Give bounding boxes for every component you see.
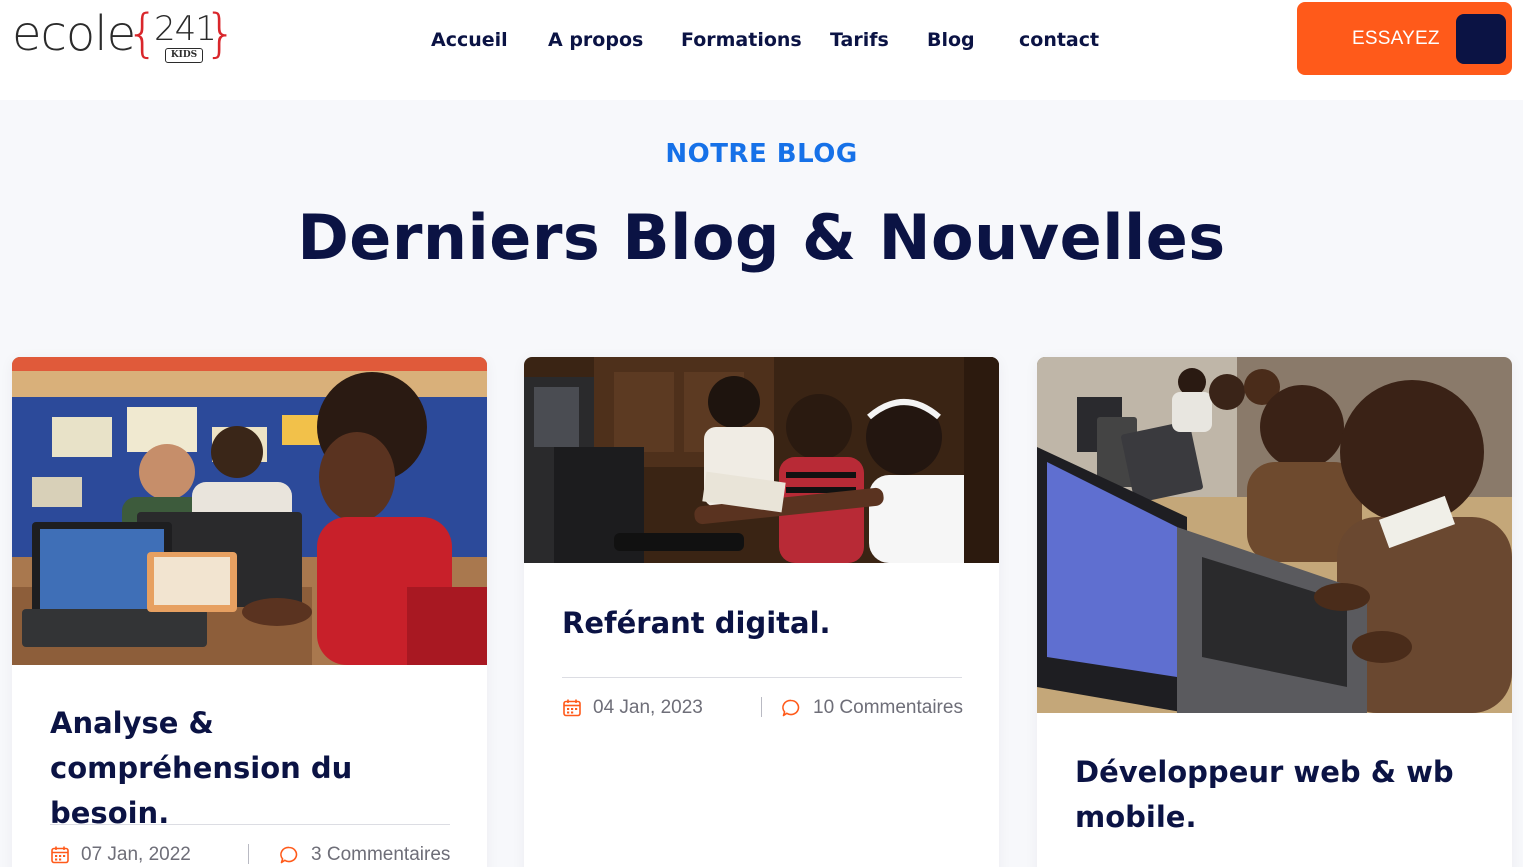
comment-icon bbox=[782, 699, 800, 717]
nav-tarifs[interactable]: Tarifs bbox=[830, 26, 889, 54]
comment-icon bbox=[280, 846, 298, 864]
post-image-1-illustration bbox=[12, 357, 487, 665]
post-comments-1[interactable]: 3 Commentaires bbox=[311, 842, 450, 867]
blog-card-2[interactable]: Reférant digital. 04 Jan, 2023 10 Commen… bbox=[524, 357, 999, 867]
blog-card-3[interactable]: Développeur web & wb mobile. bbox=[1037, 357, 1512, 867]
site-header: ecole { 241 } KIDS Accueil A propos Form… bbox=[0, 0, 1523, 100]
post-comments-2[interactable]: 10 Commentaires bbox=[813, 695, 963, 721]
calendar-icon bbox=[51, 846, 69, 864]
nav-blog[interactable]: Blog bbox=[927, 26, 975, 54]
nav-accueil[interactable]: Accueil bbox=[431, 26, 508, 54]
nav-formations[interactable]: Formations bbox=[681, 26, 802, 54]
cta-arrow-box bbox=[1456, 14, 1506, 64]
essayez-button[interactable]: ESSAYEZ bbox=[1297, 2, 1512, 75]
post-divider-1 bbox=[50, 824, 450, 825]
logo-word: ecole bbox=[12, 6, 136, 62]
essayez-button-label: ESSAYEZ bbox=[1352, 28, 1440, 49]
section-tag: NOTRE BLOG bbox=[665, 139, 858, 169]
blog-card-1[interactable]: Analyse & compréhension du besoin. 07 Ja… bbox=[12, 357, 487, 867]
post-image-3[interactable] bbox=[1037, 357, 1512, 713]
logo-badge: KIDS bbox=[165, 48, 203, 63]
nav-contact[interactable]: contact bbox=[1019, 26, 1099, 54]
post-image-2[interactable] bbox=[524, 357, 999, 563]
post-image-2-illustration bbox=[524, 357, 999, 563]
calendar-icon bbox=[563, 699, 581, 717]
section-title: Derniers Blog & Nouvelles bbox=[297, 201, 1226, 274]
logo-brace-close: } bbox=[204, 4, 238, 64]
post-title-2[interactable]: Reférant digital. bbox=[562, 601, 962, 646]
post-date-1: 07 Jan, 2022 bbox=[81, 844, 191, 865]
nav-a-propos[interactable]: A propos bbox=[548, 26, 643, 54]
post-meta-2: 04 Jan, 2023 10 Commentaires bbox=[562, 695, 963, 721]
meta-separator bbox=[761, 697, 762, 717]
post-date-2: 04 Jan, 2023 bbox=[593, 697, 703, 718]
post-image-1[interactable] bbox=[12, 357, 487, 665]
logo[interactable]: ecole { 241 } KIDS bbox=[12, 6, 237, 66]
meta-separator bbox=[248, 844, 249, 864]
post-title-3[interactable]: Développeur web & wb mobile. bbox=[1075, 750, 1475, 840]
post-title-1[interactable]: Analyse & compréhension du besoin. bbox=[50, 701, 450, 836]
post-divider-2 bbox=[562, 677, 962, 678]
post-image-3-illustration bbox=[1037, 357, 1512, 713]
post-meta-1: 07 Jan, 2022 3 Commentaires bbox=[50, 842, 450, 867]
